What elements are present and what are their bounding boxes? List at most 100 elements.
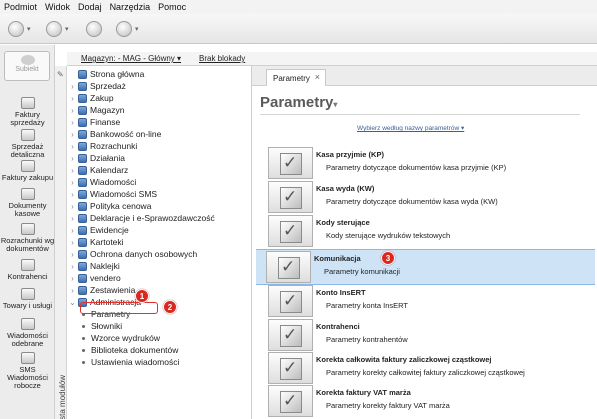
tree-item-finanse[interactable]: › Finanse — [67, 116, 120, 128]
checklist-icon: ✓ — [268, 385, 313, 417]
shield-icon — [78, 249, 87, 259]
tree-item-sprzedaz[interactable]: › Sprzedaż — [67, 80, 126, 92]
nav-dokumenty-kasowe[interactable]: Dokumenty kasowe — [0, 188, 55, 218]
tree-subitem-slowniki[interactable]: Słowniki — [67, 320, 122, 332]
tree-item-ewidencje[interactable]: › Ewidencje — [67, 224, 129, 236]
sms-icon — [78, 189, 87, 199]
receipt-icon — [20, 129, 35, 141]
tab-parametry[interactable]: Parametry × — [266, 69, 326, 86]
parameter-filter-link[interactable]: Wybierz według nazwy parametrów ▾ — [357, 124, 464, 132]
task-icon — [78, 153, 87, 163]
parametry-highlight — [80, 302, 158, 314]
tree-item-zakup[interactable]: › Zakup — [67, 92, 113, 104]
tree-item-ochrona-danych[interactable]: › Ochrona danych osobowych — [67, 248, 197, 260]
tree-item-strona-glowna[interactable]: Strona główna — [67, 68, 144, 80]
step-badge-3: 3 — [381, 251, 395, 265]
menu-bar: Podmiot Widok Dodaj Narzędzia Pomoc — [0, 0, 597, 14]
checklist-icon: ✓ — [268, 147, 313, 179]
currency-button[interactable] — [86, 20, 116, 38]
tree-item-vendero[interactable]: › vendero — [67, 272, 121, 284]
subiekt-logo: Subiekt — [4, 51, 50, 81]
warehouse-bar: Magazyn: - MAG - Główny ▾ Brak blokady — [67, 52, 597, 66]
lock-status-link[interactable]: Brak blokady — [199, 54, 245, 63]
menu-widok[interactable]: Widok — [45, 2, 70, 12]
menu-podmiot[interactable]: Podmiot — [4, 2, 37, 12]
new-button[interactable]: ▾ — [8, 20, 38, 38]
pin-icon[interactable]: ✎ — [57, 70, 64, 79]
declaration-icon — [78, 213, 87, 223]
parameters-pane: Parametry × Parametry▾ Wybierz według na… — [252, 66, 597, 419]
tree-item-kartoteki[interactable]: › Kartoteki — [67, 236, 123, 248]
warehouse-selector[interactable]: Magazyn: - MAG - Główny ▾ — [81, 54, 181, 63]
calendar-icon — [78, 165, 87, 175]
invoice-icon — [20, 97, 35, 109]
param-card-konto-insert[interactable]: ✓ Konto InsERT Parametry konta InsERT — [258, 284, 597, 320]
tree-item-zestawienia[interactable]: › Zestawienia — [67, 284, 135, 296]
finance-icon — [78, 117, 87, 127]
vendero-icon — [78, 273, 87, 283]
currency-icon — [86, 21, 102, 37]
nav-kontrahenci[interactable]: Kontrahenci — [0, 259, 55, 281]
edit-icon — [46, 21, 62, 37]
tree-item-wiadomosci-sms[interactable]: › Wiadomości SMS — [67, 188, 157, 200]
document-tabs: Parametry × — [252, 66, 597, 86]
menu-dodaj[interactable]: Dodaj — [78, 2, 102, 12]
goods-icon — [20, 288, 35, 300]
nav-towary-uslugi[interactable]: Towary i usługi — [0, 288, 55, 310]
home-icon — [78, 69, 87, 79]
cash-icon — [20, 188, 35, 200]
close-icon[interactable]: × — [315, 72, 320, 82]
tree-item-wiadomosci[interactable]: › Wiadomości — [67, 176, 136, 188]
tree-item-naklejki[interactable]: › Naklejki — [67, 260, 120, 272]
tree-item-kalendarz[interactable]: › Kalendarz — [67, 164, 128, 176]
chevron-down-icon: ▾ — [333, 100, 338, 109]
records-icon — [78, 237, 87, 247]
nav-sprzedaz-detaliczna[interactable]: Sprzedaż detaliczna — [0, 129, 55, 159]
nav-rozrachunki[interactable]: Rozrachunki wg dokumentów — [0, 223, 55, 253]
menu-pomoc[interactable]: Pomoc — [158, 2, 186, 12]
param-card-kasa-przyjmie[interactable]: ✓ Kasa przyjmie (KP) Parametry dotyczące… — [258, 146, 597, 182]
nav-faktury-sprzedazy[interactable]: Faktury sprzedaży — [0, 97, 55, 127]
checklist-icon: ✓ — [268, 285, 313, 317]
purchase-icon — [78, 93, 87, 103]
tree-subitem-biblioteka[interactable]: Biblioteka dokumentów — [67, 344, 178, 356]
nav-wiadomosci-odebrane[interactable]: Wiadomości odebrane — [0, 318, 55, 348]
param-card-korekta-marza[interactable]: ✓ Korekta faktury VAT marża Parametry ko… — [258, 384, 597, 419]
new-icon — [8, 21, 24, 37]
checklist-icon: ✓ — [268, 352, 313, 384]
tree-subitem-wzorce[interactable]: Wzorce wydruków — [67, 332, 160, 344]
bank-icon — [78, 129, 87, 139]
tree-item-rozrachunki[interactable]: › Rozrachunki — [67, 140, 137, 152]
nav-sms-wiadomosci[interactable]: SMS Wiadomości robocze — [0, 352, 55, 390]
tree-item-bankowosc[interactable]: › Bankowość on-line — [67, 128, 161, 140]
warehouse-icon — [78, 105, 87, 115]
help-button[interactable]: ▾ — [116, 20, 146, 38]
settlement-icon — [20, 223, 35, 235]
sales-icon — [78, 81, 87, 91]
module-list-tab[interactable]: ✎ Lista modułów — [55, 66, 67, 419]
menu-narzedzia[interactable]: Narzędzia — [110, 2, 151, 12]
param-card-komunikacja[interactable]: ✓ Komunikacja Parametry komunikacji — [256, 249, 595, 285]
edit-button[interactable]: ▾ — [46, 20, 76, 38]
module-sidebar: Subiekt Faktury sprzedaży Sprzedaż detal… — [0, 45, 55, 419]
tree-subitem-ustawienia[interactable]: Ustawienia wiadomości — [67, 356, 179, 368]
page-title[interactable]: Parametry▾ — [260, 94, 337, 111]
tree-item-dzialania[interactable]: › Działania — [67, 152, 125, 164]
inbox-icon — [20, 318, 35, 330]
nav-faktury-zakupu[interactable]: Faktury zakupu — [0, 160, 55, 182]
module-tree: Strona główna › Sprzedaż › Zakup › Magazyn … — [67, 66, 252, 419]
checklist-icon: ✓ — [268, 215, 313, 247]
mail-icon — [78, 177, 87, 187]
param-card-kody-sterujace[interactable]: ✓ Kody sterujące Kody sterujące wydruków… — [258, 214, 597, 250]
title-divider — [260, 114, 580, 115]
param-card-kontrahenci[interactable]: ✓ Kontrahenci Parametry kontrahentów — [258, 318, 597, 354]
step-badge-2: 2 — [163, 300, 177, 314]
param-card-kasa-wyda[interactable]: ✓ Kasa wyda (KW) Parametry dotyczące dok… — [258, 180, 597, 216]
help-icon — [116, 21, 132, 37]
report-icon — [78, 285, 87, 295]
tree-item-polityka-cenowa[interactable]: › Polityka cenowa — [67, 200, 151, 212]
param-card-korekta-zaliczkowej[interactable]: ✓ Korekta całkowita faktury zaliczkowej … — [258, 351, 597, 387]
settlement-icon — [78, 141, 87, 151]
tree-item-magazyn[interactable]: › Magazyn — [67, 104, 124, 116]
tree-item-deklaracje[interactable]: › Deklaracje i e-Sprawozdawczość — [67, 212, 215, 224]
